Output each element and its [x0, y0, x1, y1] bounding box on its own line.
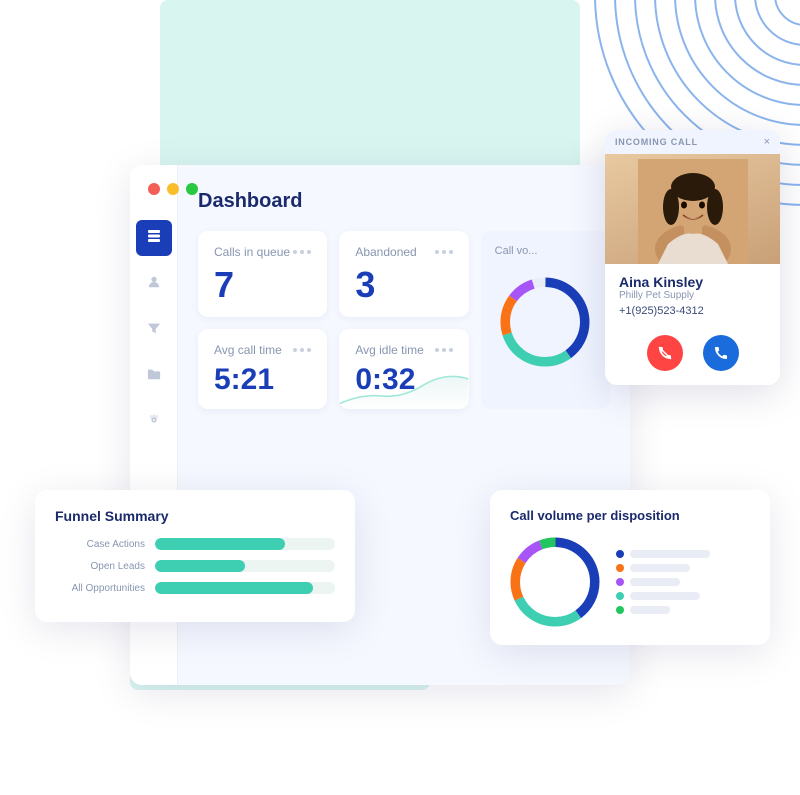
legend-dot-4: [616, 592, 624, 600]
sidebar-item-settings[interactable]: [136, 404, 172, 440]
funnel-bar-bg-1: [155, 538, 335, 550]
metric-card-abandoned: Abandoned 3: [339, 231, 468, 317]
filter-icon: [147, 321, 161, 339]
metric-value-avg-call: 5:21: [214, 365, 311, 395]
call-volume-card: Call vo...: [481, 231, 610, 409]
legend-item-1: [616, 550, 710, 558]
legend-dot-5: [616, 606, 624, 614]
metric-dots-2: [435, 250, 453, 254]
layers-icon: [146, 228, 162, 248]
funnel-bar-bg-2: [155, 560, 335, 572]
close-icon[interactable]: ×: [764, 136, 770, 148]
sidebar-item-users[interactable]: [136, 266, 172, 302]
legend-item-3: [616, 578, 710, 586]
funnel-label-1: Case Actions: [55, 539, 145, 550]
user-icon: [147, 275, 161, 293]
metric-card-avg-idle: Avg idle time 0:32: [339, 329, 468, 409]
sidebar-item-filter[interactable]: [136, 312, 172, 348]
legend-item-4: [616, 592, 710, 600]
metric-dots-3: [293, 348, 311, 352]
metric-label-avg-idle: Avg idle time: [355, 343, 423, 357]
metric-value-calls: 7: [214, 267, 311, 303]
funnel-row-1: Case Actions: [55, 538, 335, 550]
incoming-call-card: INCOMING CALL × Aina: [605, 130, 780, 385]
call-card-header-label: INCOMING CALL: [615, 137, 698, 147]
decline-call-button[interactable]: [647, 335, 683, 371]
metric-label-avg-call: Avg call time: [214, 343, 282, 357]
metric-dots: [293, 250, 311, 254]
call-vol-label: Call vo...: [495, 245, 538, 257]
legend-bar-5: [630, 606, 670, 614]
funnel-bar-fill-1: [155, 538, 285, 550]
funnel-row-2: Open Leads: [55, 560, 335, 572]
legend-item-2: [616, 564, 710, 572]
metric-value-abandoned: 3: [355, 267, 452, 303]
caller-phone: +1(925)523-4312: [619, 305, 766, 317]
metric-label-calls: Calls in queue: [214, 245, 290, 259]
legend-bar-3: [630, 578, 680, 586]
call-card-header: INCOMING CALL ×: [605, 130, 780, 154]
traffic-light-yellow[interactable]: [167, 183, 179, 195]
donut-chart: [510, 537, 600, 627]
traffic-light-green[interactable]: [186, 183, 198, 195]
accept-call-button[interactable]: [703, 335, 739, 371]
legend-dot-3: [616, 578, 624, 586]
funnel-label-3: All Opportunities: [55, 583, 145, 594]
call-actions: [605, 335, 780, 385]
legend-bar-2: [630, 564, 690, 572]
metric-card-avg-call: Avg call time 5:21: [198, 329, 327, 409]
legend-bar-4: [630, 592, 700, 600]
sidebar-item-files[interactable]: [136, 358, 172, 394]
legend-item-5: [616, 606, 710, 614]
disposition-content: [510, 537, 750, 627]
caller-name: Aina Kinsley: [619, 274, 766, 290]
legend-bar-1: [630, 550, 710, 558]
legend-dot-2: [616, 564, 624, 572]
sidebar-item-dashboard[interactable]: [136, 220, 172, 256]
funnel-label-2: Open Leads: [55, 561, 145, 572]
caller-avatar-svg: [638, 159, 748, 264]
funnel-summary-panel: Funnel Summary Case Actions Open Leads A…: [35, 490, 355, 622]
caller-info: Aina Kinsley Philly Pet Supply +1(925)52…: [605, 264, 780, 335]
folder-icon: [147, 367, 161, 385]
funnel-bar-fill-2: [155, 560, 245, 572]
metric-label-abandoned: Abandoned: [355, 245, 416, 259]
funnel-bar-fill-3: [155, 582, 313, 594]
legend-dot-1: [616, 550, 624, 558]
legend-list: [616, 550, 710, 614]
gear-icon: [147, 413, 161, 431]
caller-photo: [605, 154, 780, 264]
traffic-light-red[interactable]: [148, 183, 160, 195]
disposition-title: Call volume per disposition: [510, 508, 750, 523]
metric-dots-4: [435, 348, 453, 352]
funnel-title: Funnel Summary: [55, 508, 335, 524]
metrics-grid: Calls in queue 7 Abandoned: [198, 231, 610, 409]
page-title: Dashboard: [198, 190, 610, 213]
metric-card-calls-in-queue: Calls in queue 7: [198, 231, 327, 317]
funnel-bar-bg-3: [155, 582, 335, 594]
funnel-row-3: All Opportunities: [55, 582, 335, 594]
caller-company: Philly Pet Supply: [619, 290, 766, 301]
window-traffic-lights: [148, 183, 198, 195]
disposition-panel: Call volume per disposition: [490, 490, 770, 645]
